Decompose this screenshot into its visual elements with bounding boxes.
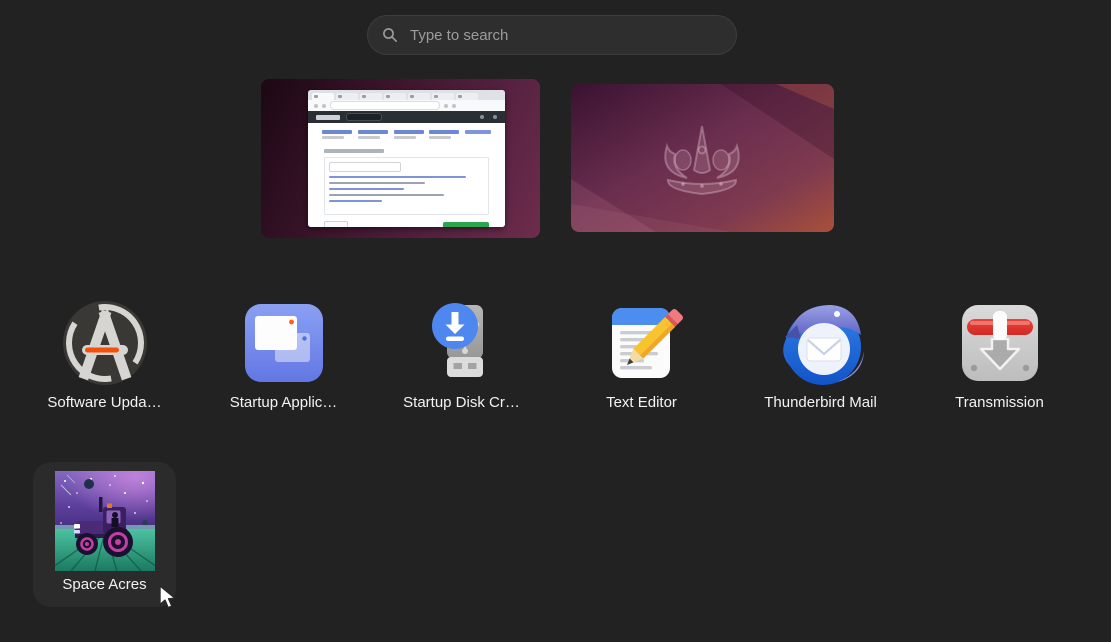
app-label: Startup Disk Cr… xyxy=(403,395,520,412)
app-space-acres[interactable]: Space Acres xyxy=(33,462,176,607)
app-label: Software Upda… xyxy=(47,395,161,412)
site-navbar xyxy=(308,111,505,123)
search-input[interactable] xyxy=(408,26,722,45)
startup-applications-icon xyxy=(238,297,330,389)
app-text-editor[interactable]: Text Editor xyxy=(570,282,713,427)
thunderbird-icon xyxy=(775,297,867,389)
mouse-cursor xyxy=(159,585,181,611)
app-label: Space Acres xyxy=(62,577,146,594)
search-bar[interactable] xyxy=(367,15,737,55)
browser-window-preview xyxy=(308,90,505,227)
startup-disk-creator-icon xyxy=(416,297,508,389)
workspace-thumbnail-1[interactable] xyxy=(261,79,540,238)
space-acres-icon xyxy=(55,471,155,571)
ubuntu-wallpaper xyxy=(571,84,834,232)
transmission-icon xyxy=(954,297,1046,389)
app-thunderbird-mail[interactable]: Thunderbird Mail xyxy=(749,282,892,427)
app-startup-disk-creator[interactable]: Startup Disk Cr… xyxy=(390,282,533,427)
app-startup-applications[interactable]: Startup Applic… xyxy=(212,282,355,427)
app-software-updater[interactable]: Software Upda… xyxy=(33,282,176,427)
green-button-preview xyxy=(443,222,489,227)
gnome-activities-overview: Software Upda… Startup Applic… xyxy=(0,0,1111,642)
search-icon xyxy=(382,27,398,43)
site-page xyxy=(308,123,505,227)
app-transmission[interactable]: Transmission xyxy=(928,282,1071,427)
text-editor-icon xyxy=(596,297,688,389)
browser-tab-strip xyxy=(308,90,505,100)
software-updater-icon xyxy=(59,297,151,389)
app-label: Transmission xyxy=(955,395,1044,412)
workspace-thumbnail-2[interactable] xyxy=(571,84,834,232)
app-label: Thunderbird Mail xyxy=(764,395,877,412)
app-label: Startup Applic… xyxy=(230,395,338,412)
browser-url-bar xyxy=(308,100,505,111)
app-label: Text Editor xyxy=(606,395,677,412)
